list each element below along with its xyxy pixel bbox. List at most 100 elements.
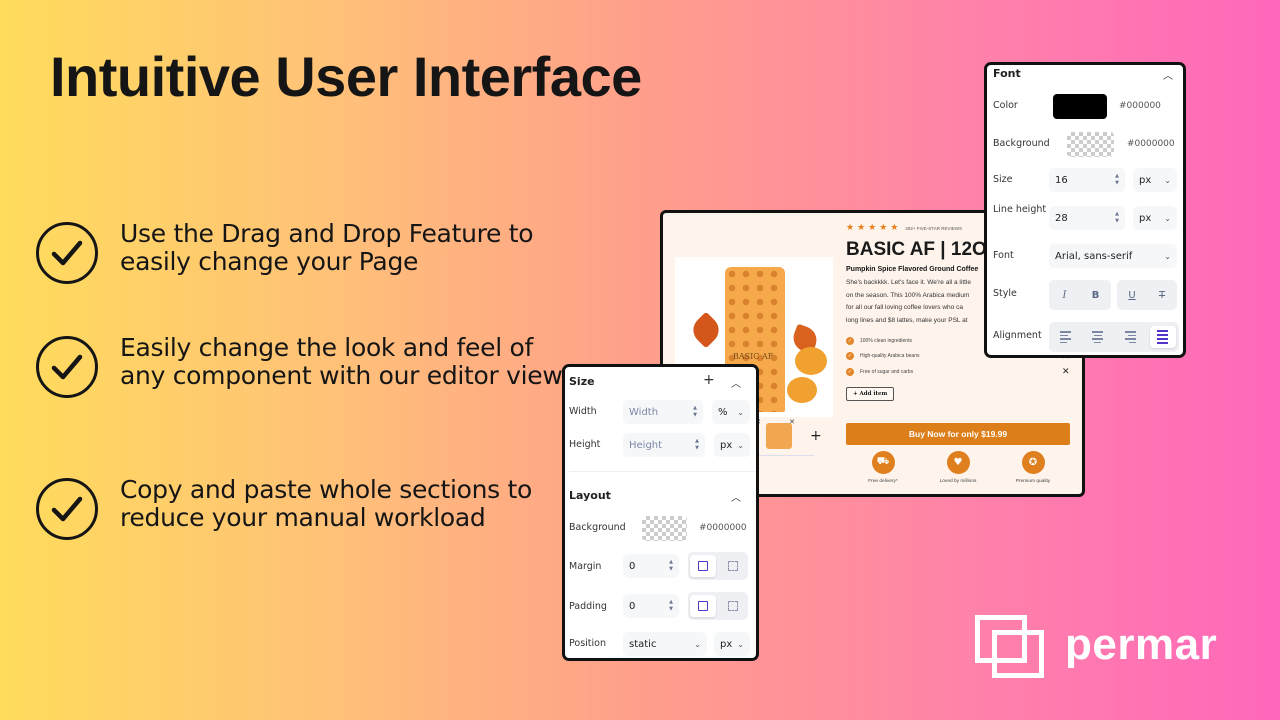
- remove-bullet-icon[interactable]: ✕: [1062, 366, 1070, 377]
- chevron-down-icon: ⌄: [1164, 175, 1171, 185]
- plus-icon[interactable]: +: [703, 372, 715, 388]
- align-center-button[interactable]: [1085, 326, 1111, 348]
- bullet-text: High-quality Arabica beans: [860, 353, 920, 360]
- brand-logo: permar: [975, 615, 1217, 680]
- color-hex[interactable]: #000000: [1119, 101, 1161, 111]
- add-item-button[interactable]: + Add item: [846, 386, 895, 401]
- margin-label: Margin: [569, 561, 602, 572]
- permar-logo-icon: [975, 615, 1047, 680]
- stepper-icon[interactable]: ▲ ▼: [669, 559, 673, 573]
- reviews-count: 292+ FIVE-STAR REVIEWS: [905, 225, 962, 231]
- height-unit-select[interactable]: px ⌄: [714, 433, 750, 457]
- badge-label: Loved by millions: [939, 479, 977, 484]
- chevron-down-icon: ⌄: [694, 639, 701, 649]
- align-left-icon: [1059, 331, 1071, 343]
- expand-icon: [728, 561, 738, 571]
- chevron-up-icon[interactable]: ︿: [731, 489, 741, 504]
- chevron-up-icon[interactable]: ︿: [1163, 67, 1173, 82]
- padding-mode-group: [688, 592, 748, 620]
- feature-text: Easily change the look and feel of any c…: [120, 333, 563, 390]
- chevron-up-icon[interactable]: ︿: [731, 375, 741, 390]
- bullet-text: Free of sugar and carbs: [860, 368, 914, 375]
- star-icon: ★: [846, 223, 855, 233]
- bag-label: BASIC AF: [733, 352, 774, 361]
- padding-individual-button[interactable]: [720, 595, 746, 617]
- line-height-unit: px: [1139, 212, 1152, 224]
- position-unit: px: [720, 638, 733, 650]
- line-height-unit-select[interactable]: px ⌄: [1133, 206, 1177, 230]
- color-swatch[interactable]: [1053, 94, 1107, 119]
- hearts-icon: ♥: [946, 451, 970, 474]
- star-icon: ★: [857, 223, 866, 233]
- font-family-select[interactable]: Arial, sans-serif ⌄: [1049, 244, 1177, 268]
- pumpkin-decoration: [795, 347, 827, 375]
- buy-now-button[interactable]: Buy Now for only $19.99: [846, 423, 1070, 445]
- line-height-input[interactable]: 28 ▲ ▼: [1049, 206, 1125, 230]
- align-right-icon: [1124, 331, 1136, 343]
- font-family-value: Arial, sans-serif: [1055, 250, 1133, 262]
- padding-input[interactable]: 0 ▲ ▼: [623, 594, 679, 618]
- position-unit-select[interactable]: px ⌄: [714, 632, 750, 656]
- font-family-label: Font: [993, 250, 1014, 261]
- margin-value: 0: [629, 560, 636, 572]
- feature-text: Copy and paste whole sections to reduce …: [120, 475, 533, 532]
- stepper-icon[interactable]: ▲ ▼: [1115, 173, 1119, 187]
- badge-item: ♥ Loved by millions: [921, 451, 995, 484]
- size-unit: px: [1139, 174, 1152, 186]
- thumbnail[interactable]: ✕: [766, 418, 795, 449]
- height-label: Height: [569, 439, 601, 450]
- stepper-icon[interactable]: ▲ ▼: [693, 405, 697, 419]
- background-hex[interactable]: #0000000: [699, 523, 747, 533]
- height-placeholder: Height: [629, 439, 663, 451]
- size-unit-select[interactable]: px ⌄: [1133, 168, 1177, 192]
- position-select[interactable]: static ⌄: [623, 632, 707, 656]
- stepper-icon[interactable]: ▲ ▼: [695, 438, 699, 452]
- maple-leaf-decoration: [687, 311, 725, 349]
- padding-value: 0: [629, 600, 636, 612]
- padding-all-button[interactable]: [690, 595, 716, 617]
- underline-button[interactable]: U: [1119, 284, 1145, 306]
- size-layout-panel: Size + ︿ Width Width ▲ ▼ % ⌄ Height Height…: [562, 364, 759, 661]
- award-icon: ✪: [1021, 451, 1045, 474]
- check-badge-icon: ✓: [846, 367, 854, 376]
- margin-individual-button[interactable]: [720, 555, 746, 577]
- background-swatch[interactable]: [1067, 132, 1114, 157]
- feature-item: Easily change the look and feel of any c…: [36, 334, 570, 398]
- height-input[interactable]: Height ▲ ▼: [623, 433, 705, 457]
- color-label: Color: [993, 100, 1018, 111]
- bullet-item[interactable]: ✓ Free of sugar and carbs ✕: [846, 364, 1082, 380]
- background-hex[interactable]: #0000000: [1127, 139, 1175, 149]
- stepper-icon[interactable]: ▲ ▼: [1115, 211, 1119, 225]
- check-badge-icon: ✓: [846, 352, 854, 361]
- strikethrough-button[interactable]: T: [1149, 284, 1175, 306]
- align-right-button[interactable]: [1117, 326, 1143, 348]
- width-unit-select[interactable]: % ⌄: [712, 400, 750, 424]
- size-input[interactable]: 16 ▲ ▼: [1049, 168, 1125, 192]
- align-left-button[interactable]: [1052, 326, 1078, 348]
- size-heading: Size: [569, 375, 595, 388]
- page-title: Intuitive User Interface: [50, 45, 642, 108]
- chevron-down-icon: ⌄: [737, 407, 744, 417]
- italic-button[interactable]: I: [1052, 284, 1078, 306]
- add-thumbnail-icon[interactable]: +: [810, 428, 822, 444]
- remove-thumbnail-icon[interactable]: ✕: [789, 418, 795, 426]
- width-input[interactable]: Width ▲ ▼: [623, 400, 703, 424]
- star-icon: ★: [879, 223, 888, 233]
- check-circle-icon: [36, 478, 98, 540]
- align-justify-button[interactable]: [1149, 326, 1176, 348]
- pumpkin-decoration: [787, 377, 817, 403]
- badge-label: Free delivery*: [868, 479, 898, 484]
- bold-button[interactable]: B: [1083, 284, 1109, 306]
- check-badge-icon: ✓: [846, 336, 854, 345]
- badge-label: Premium quality: [1015, 479, 1051, 484]
- star-icon: ★: [890, 223, 899, 233]
- expand-icon: [728, 601, 738, 611]
- feature-item: Use the Drag and Drop Feature to easily …: [36, 220, 570, 284]
- align-justify-icon: [1157, 330, 1169, 344]
- square-icon: [698, 561, 708, 571]
- line-height-label: Line height: [993, 204, 1047, 215]
- margin-input[interactable]: 0 ▲ ▼: [623, 554, 679, 578]
- background-swatch[interactable]: [642, 516, 687, 541]
- margin-all-button[interactable]: [690, 555, 716, 577]
- stepper-icon[interactable]: ▲ ▼: [669, 599, 673, 613]
